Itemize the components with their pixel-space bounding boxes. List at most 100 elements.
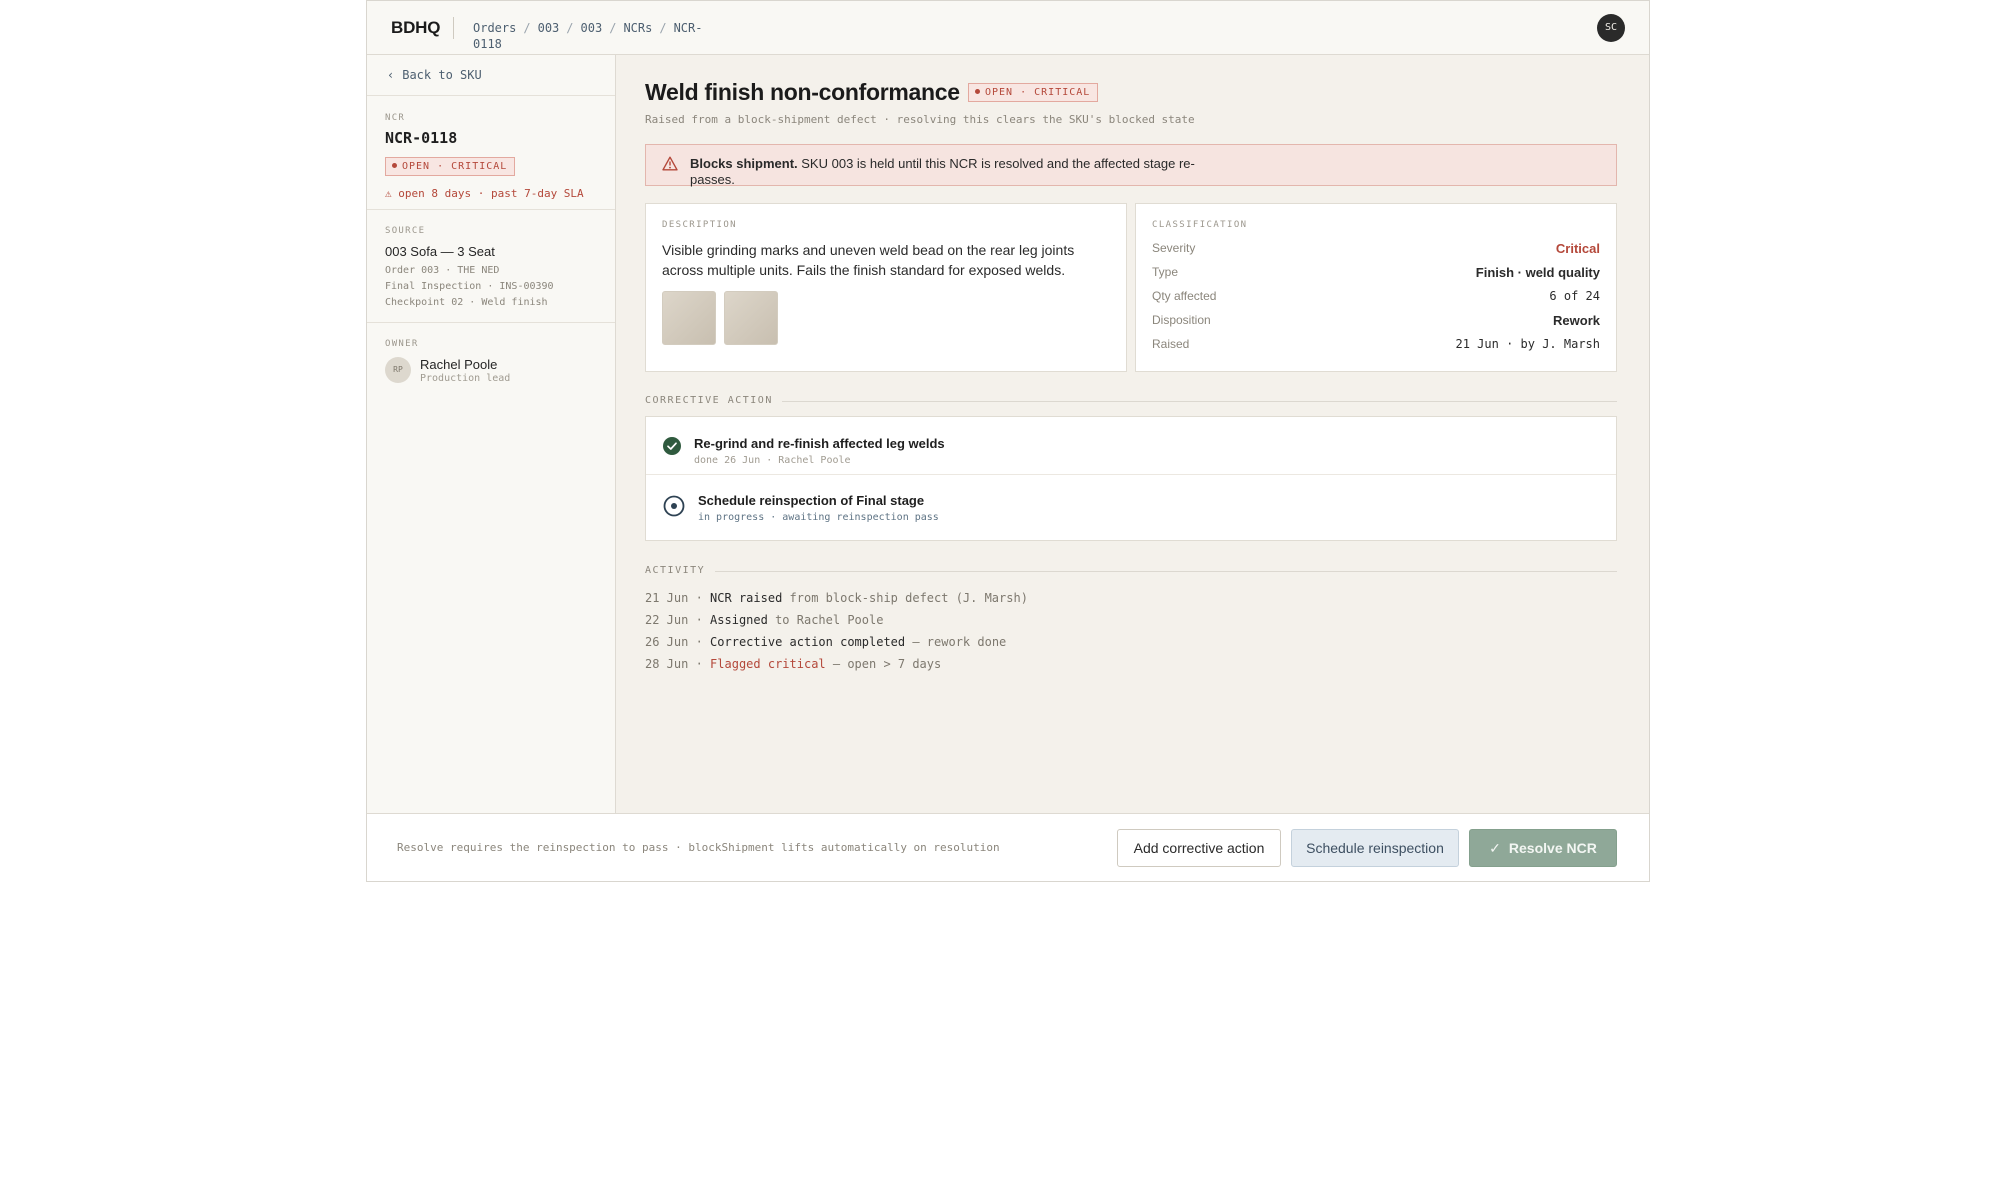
breadcrumb-orders[interactable]: Orders xyxy=(473,21,516,35)
type-key: Type xyxy=(1152,265,1179,279)
back-label: Back to SKU xyxy=(402,68,482,82)
classification-row-qty: Qty affected 6 of 24 xyxy=(1152,289,1600,307)
breadcrumb-ncrs[interactable]: NCRs xyxy=(623,21,652,35)
activity-detail: — rework done xyxy=(905,635,1007,649)
source-inspection[interactable]: Final Inspection · INS-00390 xyxy=(385,281,554,292)
description-card: DESCRIPTION Visible grinding marks and u… xyxy=(645,203,1127,372)
classification-row-severity: Severity Critical xyxy=(1152,241,1600,259)
disposition-value: Rework xyxy=(1553,313,1600,328)
raised-value: 21 Jun · by J. Marsh xyxy=(1455,337,1601,351)
owner-avatar: RP xyxy=(385,357,411,383)
title-status-badge: OPEN · CRITICAL xyxy=(968,82,1099,102)
action-title: Schedule reinspection of Final stage xyxy=(698,493,925,508)
brand-divider xyxy=(453,17,454,39)
resolve-ncr-button[interactable]: ✓ Resolve NCR xyxy=(1469,829,1617,867)
owner-name: Rachel Poole xyxy=(420,357,498,372)
description-text: Visible grinding marks and uneven weld b… xyxy=(662,242,1075,278)
activity-detail: from block-ship defect (J. Marsh) xyxy=(782,591,1028,605)
activity-item: 28 Jun · Flagged critical — open > 7 day… xyxy=(645,657,942,671)
severity-key: Severity xyxy=(1152,241,1196,255)
description-label: DESCRIPTION xyxy=(662,220,738,230)
classification-label: CLASSIFICATION xyxy=(1152,220,1248,230)
corrective-action-label: CORRECTIVE ACTION xyxy=(645,395,773,406)
activity-item: 22 Jun · Assigned to Rachel Poole xyxy=(645,613,884,627)
action-item-in-progress[interactable]: Schedule reinspection of Final stage in … xyxy=(646,474,1616,532)
check-icon: ✓ xyxy=(1489,840,1501,856)
type-value: Finish · weld quality xyxy=(1475,265,1600,280)
action-subtitle: in progress · awaiting reinspection pass xyxy=(698,512,939,523)
breadcrumb-order[interactable]: 003 xyxy=(538,21,560,35)
breadcrumb-separator: / xyxy=(566,21,574,35)
source-title[interactable]: 003 Sofa — 3 Seat xyxy=(385,244,495,259)
activity-date: 22 Jun xyxy=(645,613,689,627)
activity-item: 21 Jun · NCR raised from block-ship defe… xyxy=(645,591,1028,605)
source-label: SOURCE xyxy=(385,226,426,236)
source-checkpoint: Checkpoint 02 · Weld finish xyxy=(385,297,548,308)
source-order[interactable]: Order 003 · THE NED xyxy=(385,265,499,276)
owner-label: OWNER xyxy=(385,339,419,349)
qty-value: 6 of 24 xyxy=(1549,289,1600,303)
section-divider xyxy=(715,571,1617,572)
classification-row-disposition: Disposition Rework xyxy=(1152,313,1600,331)
raised-key: Raised xyxy=(1152,337,1190,351)
page-subtitle: Raised from a block-shipment defect · re… xyxy=(645,113,1195,126)
activity-event: Assigned xyxy=(710,613,768,627)
activity-date: 21 Jun xyxy=(645,591,689,605)
schedule-reinspection-button[interactable]: Schedule reinspection xyxy=(1291,829,1459,867)
sidebar: ‹ Back to SKU NCR NCR-0118 OPEN · CRITICA… xyxy=(367,55,616,813)
alert-bold: Blocks shipment. xyxy=(690,156,798,171)
action-subtitle: done 26 Jun · Rachel Poole xyxy=(694,455,851,466)
action-item-done[interactable]: Re-grind and re-finish affected leg weld… xyxy=(646,417,1616,474)
classification-row-type: Type Finish · weld quality xyxy=(1152,265,1600,283)
user-avatar[interactable]: SC xyxy=(1597,14,1625,42)
classification-row-raised: Raised 21 Jun · by J. Marsh xyxy=(1152,337,1600,355)
section-divider xyxy=(782,401,1617,402)
action-footer: Resolve requires the reinspection to pas… xyxy=(367,813,1649,881)
status-badge: OPEN · CRITICAL xyxy=(385,156,516,176)
divider xyxy=(367,322,615,323)
activity-detail: — open > 7 days xyxy=(825,657,942,671)
activity-date: 26 Jun xyxy=(645,635,689,649)
breadcrumb-sku[interactable]: 003 xyxy=(581,21,603,35)
page-title: Weld finish non-conformance xyxy=(645,79,960,105)
corrective-action-list: Re-grind and re-finish affected leg weld… xyxy=(645,416,1617,541)
defect-photo-thumbnail[interactable] xyxy=(724,291,778,345)
divider xyxy=(367,95,615,96)
owner-role: Production lead xyxy=(420,373,511,384)
breadcrumb-separator: / xyxy=(659,21,667,35)
app-window: BDHQ Orders / 003 / 003 / NCRs / NCR-0118 SC ‹ Ba… xyxy=(366,0,1650,882)
action-title: Re-grind and re-finish affected leg weld… xyxy=(694,436,945,451)
back-to-sku-link[interactable]: ‹ Back to SKU xyxy=(387,68,482,82)
activity-event: Corrective action completed xyxy=(710,635,906,649)
alert-message: Blocks shipment. SKU 003 is held until t… xyxy=(690,156,1220,188)
breadcrumb-separator: / xyxy=(609,21,617,35)
breadcrumb-separator: / xyxy=(523,21,531,35)
divider xyxy=(367,209,615,210)
disposition-key: Disposition xyxy=(1152,313,1211,327)
resolve-label: Resolve NCR xyxy=(1508,840,1597,856)
check-circle-icon xyxy=(663,437,681,455)
activity-detail: to Rachel Poole xyxy=(767,613,884,627)
qty-key: Qty affected xyxy=(1152,289,1217,303)
activity-event: Flagged critical xyxy=(710,657,826,671)
ncr-id: NCR-0118 xyxy=(385,129,458,147)
status-dot-icon xyxy=(975,89,980,94)
ncr-label: NCR xyxy=(385,113,406,123)
block-shipment-alert: Blocks shipment. SKU 003 is held until t… xyxy=(645,144,1617,188)
severity-value: Critical xyxy=(1555,241,1600,256)
activity-date: 28 Jun xyxy=(645,657,689,671)
activity-item: 26 Jun · Corrective action completed — r… xyxy=(645,635,1007,649)
status-badge-text: OPEN · CRITICAL xyxy=(402,161,508,172)
chevron-left-icon: ‹ xyxy=(387,68,395,82)
brand-logo[interactable]: BDHQ xyxy=(391,18,440,38)
add-corrective-action-button[interactable]: Add corrective action xyxy=(1117,829,1281,867)
in-progress-circle-icon xyxy=(663,495,685,517)
title-status-text: OPEN · CRITICAL xyxy=(985,87,1091,98)
activity-event: NCR raised xyxy=(710,591,783,605)
sla-warning: ⚠ open 8 days · past 7-day SLA xyxy=(385,187,584,200)
status-dot-icon xyxy=(392,163,397,168)
footer-note: Resolve requires the reinspection to pas… xyxy=(397,841,1000,854)
defect-photo-thumbnail[interactable] xyxy=(662,291,716,345)
breadcrumb: Orders/003/003/NCRs / NCR-0118 xyxy=(473,20,713,52)
activity-label: ACTIVITY xyxy=(645,565,706,576)
